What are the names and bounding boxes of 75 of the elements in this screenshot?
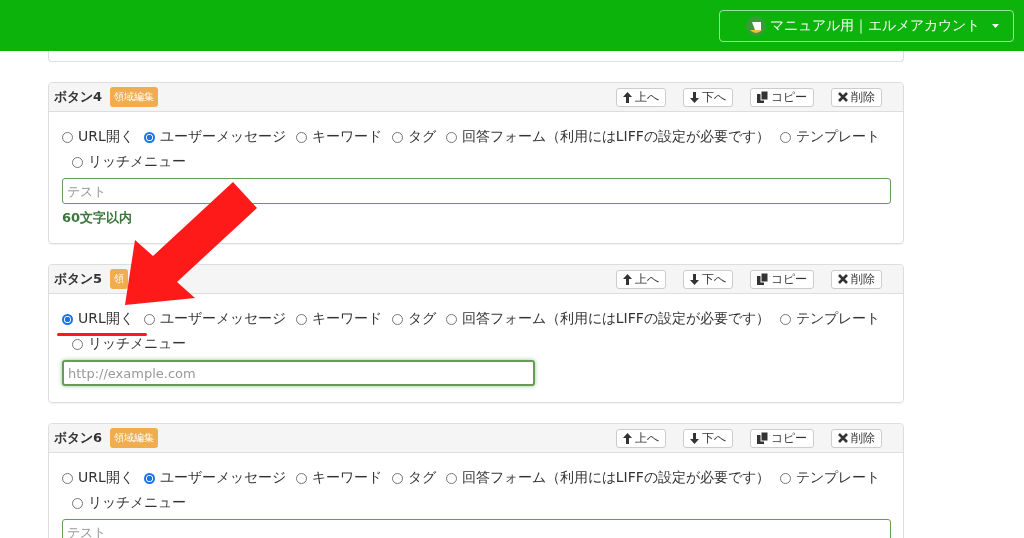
text-field[interactable]: テスト	[62, 178, 891, 204]
radio-button[interactable]	[295, 131, 307, 143]
up-button[interactable]: 上へ	[616, 428, 666, 448]
up-button[interactable]: 上へ	[616, 87, 666, 107]
radio-option[interactable]: リッチメニュー	[72, 335, 186, 353]
radio-button[interactable]	[62, 313, 73, 325]
panel-title: ボタン4	[54, 88, 103, 106]
radio-option[interactable]: テンプレート	[779, 469, 880, 487]
radio-button[interactable]	[62, 472, 73, 484]
radio-button[interactable]	[143, 313, 155, 325]
close-icon	[838, 92, 848, 102]
radio-option[interactable]: テンプレート	[779, 310, 880, 328]
copy-icon	[757, 91, 768, 103]
radio-option[interactable]: タグ	[391, 469, 436, 487]
radio-option[interactable]: リッチメニュー	[72, 494, 186, 512]
down-button[interactable]: 下へ	[683, 87, 733, 107]
radio-option[interactable]: URL開く	[62, 310, 134, 328]
radio-button[interactable]	[779, 313, 791, 325]
copy-button[interactable]: コピー	[750, 428, 814, 448]
close-icon	[838, 433, 848, 443]
up-button[interactable]: 上へ	[616, 269, 666, 289]
radio-button[interactable]	[445, 131, 457, 143]
radio-button[interactable]	[445, 313, 457, 325]
radio-button[interactable]	[391, 313, 403, 325]
radio-button[interactable]	[295, 472, 307, 484]
radio-button[interactable]	[72, 497, 83, 509]
delete-button[interactable]: 削除	[831, 87, 882, 107]
panel-title: ボタン5	[54, 270, 103, 288]
radio-option[interactable]: キーワード	[295, 310, 382, 328]
radio-button[interactable]	[143, 131, 155, 143]
avatar-icon	[746, 15, 766, 36]
arrow-up-icon	[623, 273, 632, 285]
radio-option[interactable]: テンプレート	[779, 128, 880, 146]
radio-option[interactable]: URL開く	[62, 128, 134, 146]
copy-icon	[757, 273, 768, 285]
text-field[interactable]: テスト	[62, 519, 891, 538]
arrow-up-icon	[623, 91, 632, 103]
radio-button[interactable]	[779, 131, 791, 143]
copy-icon	[757, 432, 768, 444]
radio-button[interactable]	[72, 338, 83, 350]
radio-button[interactable]	[295, 313, 307, 325]
radio-option[interactable]: 回答フォーム（利用にはLIFFの設定が必要です）	[445, 310, 770, 328]
close-icon	[838, 274, 848, 284]
hint-text: 60文字以内	[62, 209, 134, 227]
panel-title: ボタン6	[54, 429, 103, 447]
arrow-down-icon	[690, 432, 699, 444]
arrow-down-icon	[690, 91, 699, 103]
radio-option[interactable]: ユーザーメッセージ	[143, 469, 286, 487]
radio-option[interactable]: URL開く	[62, 469, 134, 487]
radio-option[interactable]: キーワード	[295, 469, 382, 487]
radio-option[interactable]: ユーザーメッセージ	[143, 310, 286, 328]
delete-button[interactable]: 削除	[831, 269, 882, 289]
radio-button[interactable]	[391, 472, 403, 484]
radio-option[interactable]: リッチメニュー	[72, 153, 186, 171]
copy-button[interactable]: コピー	[750, 87, 814, 107]
radio-button[interactable]	[779, 472, 791, 484]
radio-button[interactable]	[62, 131, 73, 143]
text-field[interactable]: http://example.com	[62, 360, 535, 386]
copy-button[interactable]: コピー	[750, 269, 814, 289]
radio-option[interactable]: 回答フォーム（利用にはLIFFの設定が必要です）	[445, 469, 770, 487]
arrow-up-icon	[623, 432, 632, 444]
radio-option[interactable]: 回答フォーム（利用にはLIFFの設定が必要です）	[445, 128, 770, 146]
radio-option[interactable]: キーワード	[295, 128, 382, 146]
arrow-down-icon	[690, 273, 699, 285]
radio-button[interactable]	[445, 472, 457, 484]
radio-option[interactable]: ユーザーメッセージ	[143, 128, 286, 146]
radio-button[interactable]	[143, 472, 155, 484]
radio-option[interactable]: タグ	[391, 310, 436, 328]
delete-button[interactable]: 削除	[831, 428, 882, 448]
radio-option[interactable]: タグ	[391, 128, 436, 146]
down-button[interactable]: 下へ	[683, 428, 733, 448]
caret-icon	[992, 23, 999, 28]
radio-button[interactable]	[72, 156, 83, 168]
radio-button[interactable]	[391, 131, 403, 143]
down-button[interactable]: 下へ	[683, 269, 733, 289]
